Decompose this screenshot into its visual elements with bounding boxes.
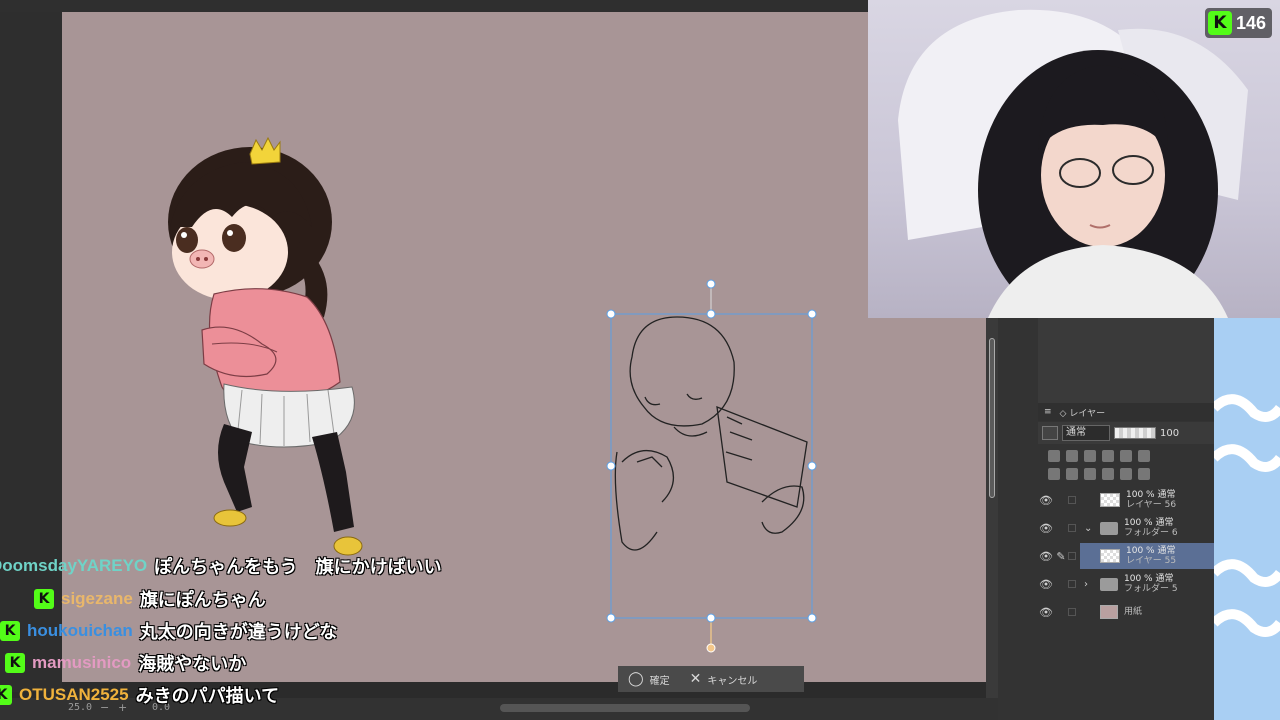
lock-alpha-icon[interactable] — [1120, 450, 1132, 462]
kick-badge-icon: K — [0, 685, 12, 705]
chevron-right-icon[interactable]: › — [1084, 579, 1094, 590]
chat-message: K OTUSAN2525 みきのパパ描いて — [0, 681, 279, 709]
layer-row-selected[interactable]: 👁 ✎ 100 % 通常 レイヤー 55 — [1038, 542, 1214, 570]
paper-thumbnail — [1100, 605, 1118, 619]
new-vector-layer-icon[interactable] — [1066, 468, 1078, 480]
chat-username: sigezane — [61, 589, 133, 608]
layer-check[interactable] — [1068, 524, 1076, 532]
new-folder-icon[interactable] — [1084, 468, 1096, 480]
chat-username: OTUSAN2525 — [19, 685, 129, 704]
eye-icon[interactable]: 👁 — [1038, 522, 1054, 535]
blend-mode-select[interactable]: 通常 — [1062, 425, 1110, 441]
layer-list: 👁 100 % 通常 レイヤー 56 👁 ⌄ 100 % 通常 フォルダー 6 … — [1038, 486, 1214, 626]
opacity-slider[interactable] — [1114, 427, 1156, 439]
mask-add-icon[interactable] — [1120, 468, 1132, 480]
chevron-down-icon[interactable]: ⌄ — [1084, 523, 1094, 534]
layer-properties-row: 通常 100 — [1038, 422, 1214, 444]
layer-color-swatch[interactable] — [1042, 426, 1058, 440]
menu-icon[interactable]: ≡ — [1044, 407, 1052, 417]
layer-check[interactable] — [1068, 552, 1076, 560]
kick-badge-icon: K — [34, 589, 54, 609]
horizontal-scrollbar[interactable] — [500, 704, 750, 712]
kick-badge-icon: K — [0, 621, 20, 641]
delete-layer-icon[interactable] — [1138, 468, 1150, 480]
layer-row[interactable]: 👁 100 % 通常 レイヤー 56 — [1038, 486, 1214, 514]
chat-username: mamusinico — [32, 653, 132, 672]
layer-check[interactable] — [1068, 608, 1076, 616]
viewer-count-badge: K 146 — [1204, 8, 1272, 38]
chat-text: 丸太の向きが違うけどな — [139, 622, 338, 643]
folder-icon — [1100, 577, 1118, 591]
chat-message: K mamusinico 海賊やないか — [5, 649, 246, 677]
top-toolbar — [0, 0, 870, 12]
new-raster-layer-icon[interactable] — [1048, 468, 1060, 480]
confirm-button[interactable]: ◯ 確定 — [618, 666, 680, 692]
color-icon[interactable] — [1138, 450, 1150, 462]
layer-panel: ≡ ◇ レイヤー 通常 100 👁 100 % 通常 レイヤー 56 👁 ⌄ 1… — [998, 318, 1214, 720]
selected-sketch[interactable] — [614, 316, 808, 551]
layer-row[interactable]: 👁 ⌄ 100 % 通常 フォルダー 6 — [1038, 514, 1214, 542]
layer-thumbnail — [1100, 549, 1120, 563]
viewer-count: 146 — [1235, 12, 1266, 33]
folder-icon — [1100, 521, 1118, 535]
chat-username: DoomsdayYAREYO — [0, 556, 148, 575]
lock-icon[interactable] — [1102, 450, 1114, 462]
kick-badge-icon: K — [5, 653, 25, 673]
layer-row[interactable]: 👁 用紙 — [1038, 598, 1214, 626]
vertical-scrollbar[interactable] — [986, 318, 998, 708]
chat-message: DoomsdayYAREYO ぽんちゃんをもう 旗にかけばいい — [0, 552, 442, 580]
drawing-canvas[interactable] — [62, 12, 986, 682]
cancel-button[interactable]: ✕ キャンセル — [680, 666, 768, 692]
layer-row[interactable]: 👁 › 100 % 通常 フォルダー 5 — [1038, 570, 1214, 598]
eye-icon[interactable]: 👁 — [1038, 550, 1054, 563]
layer-check[interactable] — [1068, 496, 1076, 504]
transform-confirm-bar: ◯ 確定 ✕ キャンセル — [618, 666, 804, 692]
webcam-overlay: K 146 — [868, 0, 1280, 318]
check-circle-icon: ◯ — [628, 671, 644, 687]
background-decoration — [1214, 318, 1280, 720]
chibi-girl-illustration — [168, 136, 363, 556]
layer-tools-row-1 — [1038, 446, 1214, 466]
mask-icon[interactable] — [1084, 450, 1096, 462]
opacity-value[interactable]: 100 — [1160, 428, 1179, 439]
close-icon: ✕ — [689, 671, 702, 687]
layer-thumbnail — [1100, 493, 1120, 507]
pen-icon: ✎ — [1056, 549, 1066, 563]
merge-icon[interactable] — [1102, 468, 1114, 480]
kick-logo-icon: K — [1207, 11, 1232, 35]
eye-icon[interactable]: 👁 — [1038, 494, 1054, 507]
scrollbar-thumb[interactable] — [989, 338, 995, 498]
eye-icon[interactable]: 👁 — [1038, 578, 1054, 591]
chat-text: 旗にぽんちゃん — [139, 590, 266, 611]
chat-text: 海賊やないか — [138, 654, 247, 675]
chat-text: みきのパパ描いて — [135, 686, 280, 707]
eye-icon[interactable]: 👁 — [1038, 606, 1054, 619]
chat-message: K sigezane 旗にぽんちゃん — [34, 585, 266, 613]
layer-tools-row-2 — [1038, 464, 1214, 484]
tab-layer[interactable]: ◇ レイヤー — [1060, 406, 1106, 419]
reference-icon[interactable] — [1066, 450, 1078, 462]
panel-header-area — [1038, 318, 1214, 403]
canvas-artwork — [168, 136, 817, 653]
chat-message: K houkouichan 丸太の向きが違うけどな — [0, 617, 337, 645]
streamer-video — [898, 9, 1248, 318]
chat-text: ぽんちゃんをもう 旗にかけばいい — [154, 557, 442, 578]
layer-tabs: ≡ ◇ レイヤー — [1038, 403, 1214, 421]
chat-username: houkouichan — [27, 621, 133, 640]
clip-icon[interactable] — [1048, 450, 1060, 462]
layer-check[interactable] — [1068, 580, 1076, 588]
